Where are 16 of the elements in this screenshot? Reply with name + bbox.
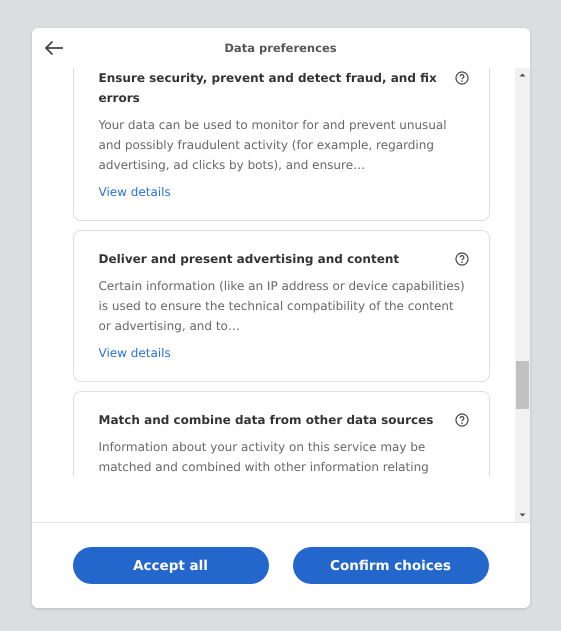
help-icon[interactable] xyxy=(454,413,468,427)
help-icon[interactable] xyxy=(454,71,468,85)
purpose-description: Certain information (like an IP address or device capabilities) is used to ensure the technical compatibility of the content or advertising, and to… xyxy=(98,278,466,335)
view-details-link[interactable]: View details xyxy=(98,343,171,363)
confirm-button[interactable]: Confirm choices xyxy=(292,547,488,584)
dialog-title: Data preferences xyxy=(224,41,337,55)
view-details-link[interactable]: View details xyxy=(98,182,171,202)
purpose-description: Your data can be used to monitor for and prevent unusual and possibly fraudulent activity (for example, regarding advertising, ad clicks by bots), and ensure… xyxy=(98,117,448,174)
scrollbar[interactable] xyxy=(514,68,530,522)
accept-all-button[interactable]: Accept all xyxy=(72,547,268,584)
purpose-title: Ensure security, prevent and detect fraud, and fix errors xyxy=(98,70,438,107)
purpose-description: Information about your activity on this service may be matched and combined with other information relating xyxy=(98,439,430,476)
purpose-title: Deliver and present advertising and content xyxy=(98,251,400,268)
scrollbar-thumb[interactable] xyxy=(516,361,528,409)
purpose-title: Match and combine data from other data sources xyxy=(98,412,434,429)
help-icon[interactable] xyxy=(454,252,468,266)
